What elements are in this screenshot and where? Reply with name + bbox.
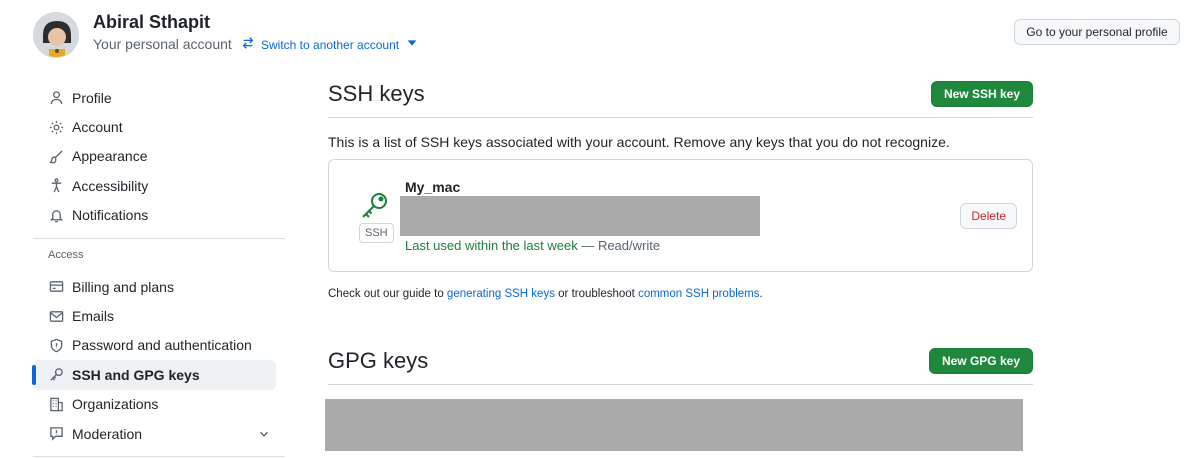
- ssh-key-access: — Read/write: [577, 238, 661, 253]
- gpg-keys-title: GPG keys: [328, 348, 429, 373]
- sidebar-item-label: Billing and plans: [72, 278, 174, 295]
- generating-ssh-keys-link[interactable]: generating SSH keys: [447, 288, 555, 300]
- sidebar-item-profile[interactable]: Profile: [33, 83, 285, 112]
- account-type: Your personal account: [93, 36, 232, 52]
- ssh-keys-header: SSH keys New SSH key: [328, 78, 1033, 118]
- new-gpg-key-button[interactable]: New GPG key: [928, 348, 1033, 374]
- sidebar-item-label: Accessibility: [72, 177, 149, 194]
- sidebar-item-appearance[interactable]: Appearance: [33, 142, 285, 171]
- guide-suffix: .: [759, 288, 763, 300]
- shield-icon: [48, 337, 64, 353]
- delete-ssh-key-button[interactable]: Delete: [960, 203, 1017, 229]
- mail-icon: [48, 308, 64, 324]
- ssh-description: This is a list of SSH keys associated wi…: [328, 134, 950, 150]
- ssh-key-name: My_mac: [405, 179, 461, 195]
- key-icon: [48, 367, 64, 383]
- sidebar-item-notifications[interactable]: Notifications: [33, 201, 285, 230]
- ssh-key-last-used: Last used within the last week: [405, 238, 578, 253]
- ssh-key-status: Last used within the last week — Read/wr…: [405, 238, 660, 253]
- sidebar-item-label: SSH and GPG keys: [72, 366, 200, 383]
- guide-middle: or troubleshoot: [554, 288, 639, 300]
- sidebar-item-ssh-gpg-keys[interactable]: SSH and GPG keys: [32, 360, 276, 390]
- chevron-down-icon[interactable]: [257, 427, 271, 441]
- sidebar-divider: [33, 456, 285, 458]
- sidebar-item-moderation[interactable]: Moderation: [33, 419, 285, 448]
- person-icon: [48, 90, 64, 106]
- switch-account-link[interactable]: Switch to another account: [241, 36, 419, 53]
- organization-icon: [48, 396, 64, 412]
- ssh-key-item: SSH My_mac Last used within the last wee…: [328, 159, 1033, 272]
- guide-prefix: Check out our guide to: [328, 288, 447, 300]
- avatar[interactable]: [33, 12, 79, 58]
- sidebar-item-label: Emails: [72, 308, 115, 325]
- key-icon: [359, 190, 391, 222]
- switch-account-label: Switch to another account: [261, 37, 400, 52]
- user-name: Abiral Sthapit: [93, 12, 211, 32]
- paintbrush-icon: [48, 148, 64, 164]
- ssh-guide-text: Check out our guide to generating SSH ke…: [328, 288, 1033, 300]
- ssh-keys-title: SSH keys: [328, 81, 425, 106]
- sidebar-item-account[interactable]: Account: [33, 112, 285, 141]
- main-content: SSH keys New SSH key This is a list of S…: [328, 78, 1033, 385]
- gear-icon: [48, 119, 64, 135]
- account-header: Abiral Sthapit Your personal account Swi…: [0, 0, 1200, 70]
- ssh-key-type-badge: SSH: [359, 223, 394, 243]
- caret-down-icon: [405, 36, 419, 53]
- report-icon: [48, 426, 64, 442]
- sidebar-item-label: Organizations: [72, 396, 159, 413]
- new-ssh-key-button[interactable]: New SSH key: [930, 81, 1033, 107]
- sidebar-item-label: Appearance: [72, 148, 148, 165]
- sidebar-item-label: Account: [72, 119, 123, 136]
- accessibility-icon: [48, 178, 64, 194]
- arrow-switch-icon: [241, 36, 255, 53]
- credit-card-icon: [48, 279, 64, 295]
- sidebar-item-billing[interactable]: Billing and plans: [33, 272, 285, 301]
- sidebar-item-label: Password and authentication: [72, 337, 252, 354]
- sidebar-item-label: Profile: [72, 89, 112, 106]
- redacted-fingerprint: [400, 196, 760, 236]
- sidebar-item-organizations[interactable]: Organizations: [33, 390, 285, 419]
- settings-sidebar: Profile Account Appearance Accessibility…: [32, 83, 285, 458]
- sidebar-item-password[interactable]: Password and authentication: [33, 331, 285, 360]
- sidebar-item-accessibility[interactable]: Accessibility: [33, 171, 285, 200]
- sidebar-item-label: Notifications: [72, 207, 149, 224]
- sidebar-item-label: Moderation: [72, 425, 143, 442]
- gpg-keys-header: GPG keys New GPG key: [328, 345, 1033, 385]
- sidebar-item-emails[interactable]: Emails: [33, 301, 285, 330]
- sidebar-section-heading: Access: [48, 249, 84, 262]
- common-ssh-problems-link[interactable]: common SSH problems: [638, 288, 759, 300]
- personal-profile-button[interactable]: Go to your personal profile: [1014, 19, 1180, 45]
- bell-icon: [48, 207, 64, 223]
- redacted-gpg-content: [325, 399, 1023, 451]
